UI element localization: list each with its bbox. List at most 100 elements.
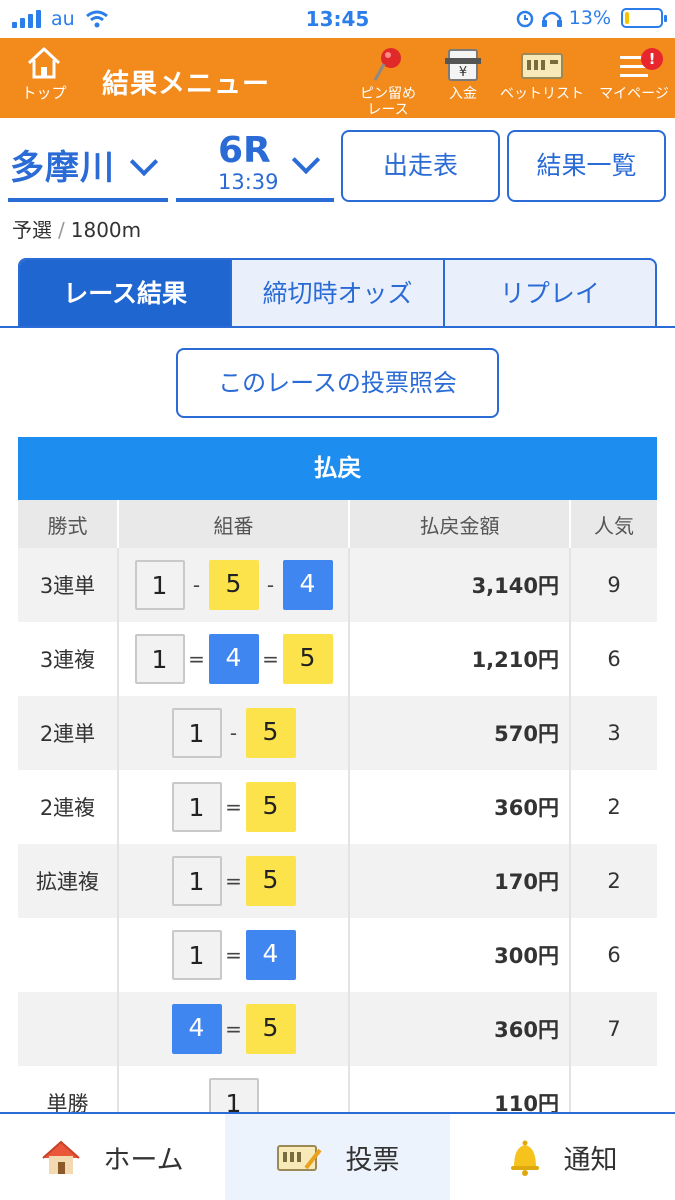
- result-tabs: レース結果 締切時オッズ リプレイ: [18, 258, 657, 328]
- deposit-icon: ¥: [445, 49, 481, 81]
- race-number: 6R: [218, 130, 271, 171]
- nav-home[interactable]: ホーム: [0, 1114, 225, 1200]
- combination: 1 = 4 = 5: [118, 622, 350, 696]
- tab-race-result[interactable]: レース結果: [20, 260, 231, 326]
- results-list-button[interactable]: 結果一覧: [507, 130, 666, 202]
- venue-selector[interactable]: 多摩川: [8, 138, 168, 202]
- vote-inquiry-button[interactable]: このレースの投票照会: [176, 348, 499, 418]
- table-row: 4 = 5 360円 7: [18, 992, 657, 1066]
- pin-label-2: レース: [367, 102, 409, 118]
- race-grade: 予選: [12, 218, 52, 242]
- battery-level: [625, 12, 629, 24]
- combo-operator: =: [225, 1017, 242, 1041]
- tab-replay[interactable]: リプレイ: [442, 260, 655, 326]
- boat-number: 1: [134, 634, 185, 684]
- payout-amount: 570円: [349, 696, 571, 770]
- mypage-label: マイページ: [599, 86, 669, 102]
- popularity: 9: [570, 548, 657, 622]
- table-row: 拡連複 1 = 5 170円 2: [18, 844, 657, 918]
- table-row: 3連複 1 = 4 = 5 1,210円 6: [18, 622, 657, 696]
- home-icon: [27, 47, 61, 79]
- column-header: 組番: [118, 500, 350, 548]
- boat-number: 1: [171, 782, 222, 832]
- bet-type: [18, 992, 119, 1066]
- betlist-label: ベットリスト: [500, 86, 584, 102]
- bet-type: 3連単: [18, 548, 119, 622]
- combo-operator: =: [225, 869, 242, 893]
- table-header-row: 勝式 組番 払戻金額 人気: [18, 500, 657, 548]
- entries-button[interactable]: 出走表: [341, 130, 500, 202]
- boat-number: 5: [208, 560, 259, 610]
- nav-home-label: ホーム: [103, 1144, 184, 1176]
- pin-race-button[interactable]: ピン留め レース: [352, 46, 424, 118]
- status-bar: au 13:45 13%: [0, 0, 675, 38]
- race-info-separator: /: [58, 218, 65, 242]
- payout-amount: 300円: [349, 918, 571, 992]
- bet-type: 3連複: [18, 622, 119, 696]
- payout-title: 払戻: [18, 437, 657, 500]
- ticket-icon: [276, 1145, 322, 1171]
- popularity: 2: [570, 770, 657, 844]
- venue-name: 多摩川: [10, 148, 115, 188]
- combo-operator: =: [262, 647, 279, 671]
- race-time: 13:39: [218, 170, 279, 194]
- combo-operator: -: [192, 573, 201, 597]
- nav-vote-label: 投票: [345, 1144, 400, 1176]
- boat-number: 4: [208, 634, 259, 684]
- popularity: 7: [570, 992, 657, 1066]
- combination: 1 = 4: [118, 918, 350, 992]
- combination: 1 = 5: [118, 770, 350, 844]
- boat-number: 1: [171, 930, 222, 980]
- bell-icon: [510, 1140, 539, 1176]
- race-distance: 1800m: [70, 218, 142, 242]
- pin-label-1: ピン留め: [360, 86, 416, 102]
- boat-number: 4: [282, 560, 333, 610]
- top-label: トップ: [21, 84, 67, 102]
- chevron-down-icon: [291, 145, 321, 175]
- combo-operator: -: [229, 721, 238, 745]
- nav-notify[interactable]: 通知: [450, 1114, 675, 1200]
- tab-divider: [0, 326, 675, 328]
- top-button[interactable]: トップ: [14, 46, 74, 103]
- bet-type: [18, 918, 119, 992]
- boat-number: 1: [171, 856, 222, 906]
- betlist-icon: [521, 53, 563, 79]
- status-right: 13%: [515, 7, 667, 29]
- column-header: 払戻金額: [349, 500, 571, 548]
- popularity: 6: [570, 918, 657, 992]
- tab-closing-odds[interactable]: 締切時オッズ: [230, 260, 442, 326]
- house-icon: [42, 1140, 81, 1174]
- combo-operator: =: [225, 795, 242, 819]
- app-header: トップ 結果メニュー ピン留め レース ¥ 入金 ベットリスト マイページ !: [0, 38, 675, 118]
- payout-amount: 1,210円: [349, 622, 571, 696]
- combo-operator: =: [188, 647, 205, 671]
- pin-icon: [373, 48, 401, 81]
- popularity: 2: [570, 844, 657, 918]
- notification-badge: !: [641, 48, 663, 70]
- nav-vote[interactable]: 投票: [225, 1114, 450, 1200]
- boat-number: 1: [134, 560, 185, 610]
- column-header: 勝式: [18, 500, 119, 548]
- betlist-button[interactable]: ベットリスト: [500, 46, 584, 102]
- popularity: 3: [570, 696, 657, 770]
- combination: 1 = 5: [118, 844, 350, 918]
- race-info: 予選/1800m: [12, 214, 141, 243]
- page-title: 結果メニュー: [102, 69, 270, 100]
- boat-number: 4: [171, 1004, 222, 1054]
- bet-type: 拡連複: [18, 844, 119, 918]
- battery-icon: [621, 8, 667, 28]
- table-row: 1 = 4 300円 6: [18, 918, 657, 992]
- race-selector[interactable]: 6R 13:39: [176, 130, 334, 202]
- boat-number: 5: [245, 782, 296, 832]
- boat-number: 1: [171, 708, 222, 758]
- combination: 1-5: [118, 696, 350, 770]
- svg-text:¥: ¥: [459, 65, 467, 80]
- bet-type: 2連複: [18, 770, 119, 844]
- alarm-icon: [516, 10, 534, 28]
- payout-amount: 3,140円: [349, 548, 571, 622]
- deposit-button[interactable]: ¥ 入金: [438, 46, 488, 102]
- deposit-label: 入金: [449, 86, 477, 102]
- payout-amount: 170円: [349, 844, 571, 918]
- bottom-nav: ホーム 投票 通知: [0, 1112, 675, 1200]
- table-row: 2連複 1 = 5 360円 2: [18, 770, 657, 844]
